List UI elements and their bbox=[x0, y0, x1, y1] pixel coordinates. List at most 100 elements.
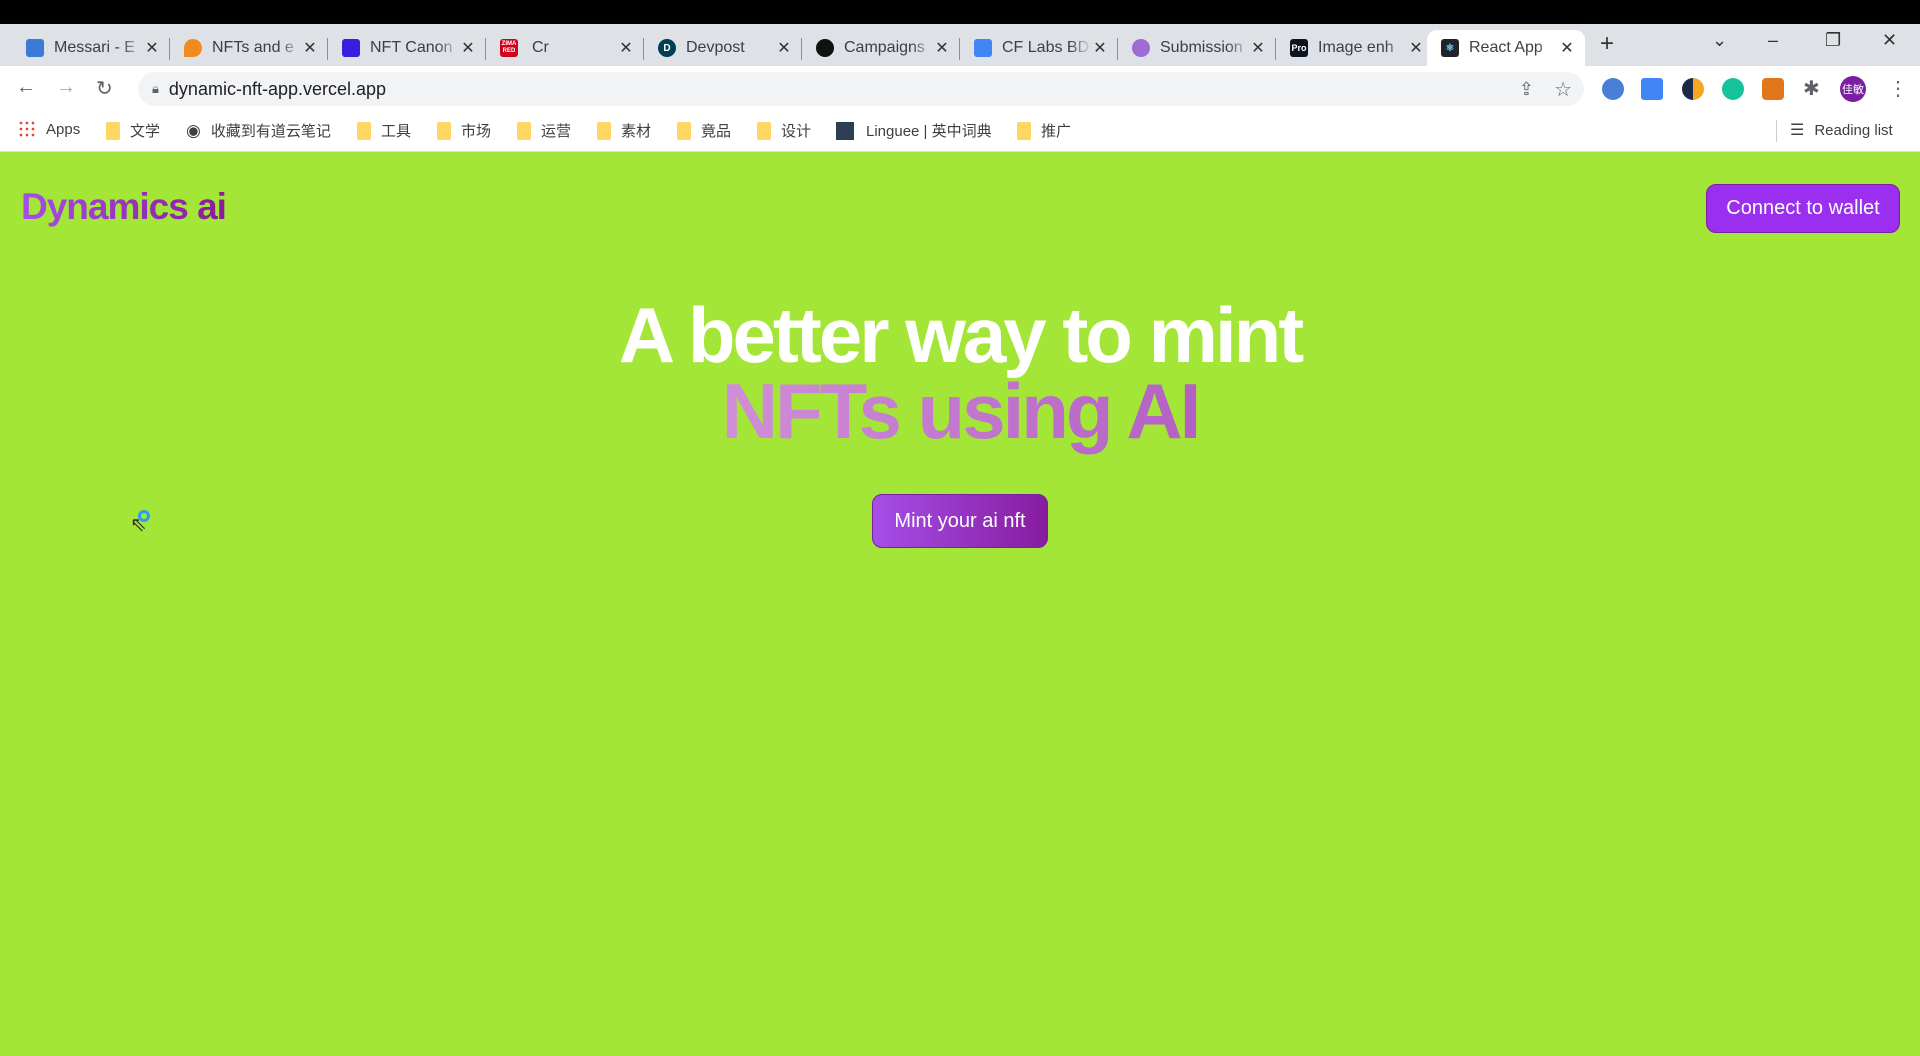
connect-wallet-button[interactable]: Connect to wallet bbox=[1706, 184, 1900, 233]
tab-title: React App bbox=[1469, 39, 1543, 56]
tab-image-enh[interactable]: Pro Image enh ✕ bbox=[1276, 30, 1434, 66]
bookmark-folder[interactable]: 素材 bbox=[597, 120, 651, 141]
title-strip bbox=[0, 0, 1920, 24]
globe-icon: ◉ bbox=[186, 120, 201, 140]
tab-search-icon[interactable]: ⌄ bbox=[1712, 30, 1727, 51]
address-bar[interactable]: 🔒︎ dynamic-nft-app.vercel.app ⇪ ☆ bbox=[138, 72, 1584, 106]
close-icon[interactable]: ✕ bbox=[302, 38, 318, 58]
url-text[interactable]: dynamic-nft-app.vercel.app bbox=[169, 79, 386, 100]
tab-devpost[interactable]: D Devpost ✕ bbox=[644, 30, 802, 66]
bookmark-label: Apps bbox=[46, 120, 81, 138]
tab-title: Messari - E bbox=[54, 39, 135, 56]
folder-icon bbox=[597, 121, 611, 140]
profile-avatar[interactable]: 佳敏 bbox=[1840, 76, 1866, 102]
bookmark-apps[interactable]: Apps bbox=[18, 120, 80, 138]
extension-icon[interactable] bbox=[1682, 78, 1704, 100]
devpost-icon: D bbox=[658, 39, 676, 57]
back-icon[interactable]: ← bbox=[16, 76, 36, 99]
bookmark-label: 运营 bbox=[541, 123, 572, 140]
linguee-icon bbox=[836, 121, 854, 140]
forward-icon[interactable]: → bbox=[56, 76, 76, 99]
mouse-cursor-icon: ⇖ bbox=[130, 514, 147, 536]
bookmark-label: 素材 bbox=[621, 123, 652, 140]
bookmark-folder[interactable]: 推广 bbox=[1017, 120, 1071, 141]
close-icon[interactable]: ✕ bbox=[776, 38, 792, 58]
bookmark-folder[interactable]: 工具 bbox=[357, 120, 411, 141]
bookmark-youdao[interactable]: ◉ 收藏到有道云笔记 bbox=[186, 120, 331, 141]
bookmark-label: 文学 bbox=[130, 123, 161, 140]
extensions-puzzle-icon[interactable]: ✱ bbox=[1803, 76, 1820, 101]
close-icon[interactable]: ✕ bbox=[1250, 38, 1266, 58]
close-icon[interactable]: ✕ bbox=[1092, 38, 1108, 58]
tab-submission[interactable]: Submission ✕ bbox=[1118, 30, 1276, 66]
close-icon[interactable]: ✕ bbox=[934, 38, 950, 58]
reading-list-icon: ☰ bbox=[1790, 122, 1805, 139]
bookmark-label: 推广 bbox=[1041, 123, 1072, 140]
tab-nfts[interactable]: NFTs and e ✕ bbox=[170, 30, 328, 66]
tab-nft-canon[interactable]: NFT Canon ✕ bbox=[328, 30, 486, 66]
pro-icon: Pro bbox=[1290, 39, 1308, 57]
campaigns-icon bbox=[816, 39, 834, 57]
tab-messari[interactable]: Messari - E ✕ bbox=[12, 30, 170, 66]
restore-button[interactable]: ❐ bbox=[1825, 30, 1841, 51]
menu-kebab-icon[interactable]: ⋮ bbox=[1888, 76, 1908, 101]
reading-list-label: Reading list bbox=[1814, 121, 1893, 139]
tab-cf-labs[interactable]: CF Labs BD ✕ bbox=[960, 30, 1118, 66]
extension-icon[interactable] bbox=[1602, 78, 1624, 100]
new-tab-button[interactable]: + bbox=[1600, 30, 1614, 58]
bookmark-label: 竟品 bbox=[701, 123, 732, 140]
headline-highlight: NFTs using AI bbox=[721, 367, 1202, 455]
bookmark-folder[interactable]: 市场 bbox=[437, 120, 491, 141]
nft-canon-icon bbox=[342, 39, 360, 57]
tab-react-app[interactable]: ⚛ React App ✕ bbox=[1427, 30, 1585, 66]
tab-title: NFT Canon bbox=[370, 39, 453, 56]
minimize-button[interactable]: – bbox=[1768, 30, 1778, 51]
tab-title: Campaigns bbox=[844, 39, 925, 56]
close-window-button[interactable]: ✕ bbox=[1882, 30, 1897, 51]
bookmark-linguee[interactable]: Linguee | 英中词典 bbox=[836, 120, 992, 141]
divider bbox=[1776, 120, 1777, 142]
logo[interactable]: Dynamics ai bbox=[21, 186, 227, 228]
bookmark-folder[interactable]: 竟品 bbox=[677, 120, 731, 141]
folder-icon bbox=[106, 121, 120, 140]
close-icon[interactable]: ✕ bbox=[460, 38, 476, 58]
google-docs-icon bbox=[974, 39, 992, 57]
folder-icon bbox=[1017, 121, 1031, 140]
bookmark-label: Linguee | 英中词典 bbox=[866, 123, 992, 140]
react-icon: ⚛ bbox=[1441, 39, 1459, 57]
bookmark-folder[interactable]: 设计 bbox=[757, 120, 811, 141]
zima-red-icon: ZIMA RED bbox=[500, 39, 518, 57]
share-icon[interactable]: ⇪ bbox=[1519, 79, 1534, 100]
google-translate-icon[interactable] bbox=[1641, 78, 1663, 100]
bookmark-folder[interactable]: 运营 bbox=[517, 120, 571, 141]
flame-icon bbox=[184, 39, 202, 57]
folder-icon bbox=[437, 121, 451, 140]
bookmark-folder[interactable]: 文学 bbox=[106, 120, 160, 141]
tab-campaigns[interactable]: Campaigns ✕ bbox=[802, 30, 960, 66]
tab-zima[interactable]: ZIMA RED Cr ✕ bbox=[486, 30, 644, 66]
bookmark-label: 市场 bbox=[461, 123, 492, 140]
reload-icon[interactable]: ↻ bbox=[96, 76, 113, 101]
bookmark-label: 收藏到有道云笔记 bbox=[210, 123, 331, 140]
close-icon[interactable]: ✕ bbox=[144, 38, 160, 58]
lock-icon: 🔒︎ bbox=[152, 81, 159, 96]
tab-title: Submission bbox=[1160, 39, 1243, 56]
tab-title: Devpost bbox=[686, 39, 745, 56]
ethereum-icon bbox=[1132, 39, 1150, 57]
bookmark-star-icon[interactable]: ☆ bbox=[1554, 77, 1572, 102]
grammarly-icon[interactable] bbox=[1722, 78, 1744, 100]
toolbar: ← → ↻ 🔒︎ dynamic-nft-app.vercel.app ⇪ ☆ … bbox=[0, 66, 1920, 110]
close-icon[interactable]: ✕ bbox=[618, 38, 634, 58]
mint-nft-button[interactable]: Mint your ai nft bbox=[872, 494, 1048, 548]
close-icon[interactable]: ✕ bbox=[1408, 38, 1424, 58]
folder-icon bbox=[357, 121, 371, 140]
bookmark-label: 工具 bbox=[381, 123, 412, 140]
tab-title: CF Labs BD bbox=[1002, 39, 1090, 56]
close-icon[interactable]: ✕ bbox=[1559, 38, 1575, 58]
tab-title: Image enh bbox=[1318, 39, 1394, 56]
tab-bar: Messari - E ✕ NFTs and e ✕ NFT Canon ✕ ZIMA… bbox=[0, 24, 1920, 66]
reading-list-button[interactable]: ☰ Reading list bbox=[1790, 120, 1893, 140]
tab-title: NFTs and e bbox=[212, 39, 294, 56]
bookmarks-bar: Apps 文学 ◉ 收藏到有道云笔记 工具 市场 运营 素材 竟品 设计 Ling… bbox=[0, 110, 1920, 152]
metamask-icon[interactable] bbox=[1762, 78, 1784, 100]
